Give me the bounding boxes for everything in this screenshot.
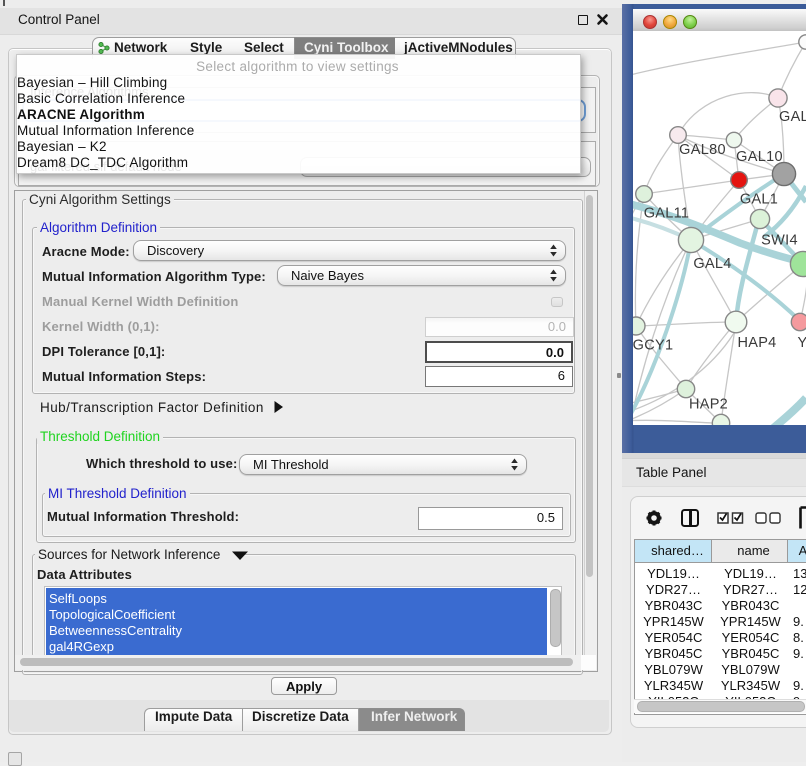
svg-text:SWI4: SWI4 (761, 233, 798, 249)
svg-text:GAL8: GAL8 (779, 109, 806, 125)
svg-text:GAL11: GAL11 (644, 206, 690, 222)
svg-text:GAL10: GAL10 (736, 149, 783, 165)
svg-text:HAP2: HAP2 (689, 397, 728, 413)
svg-text:GCY1: GCY1 (633, 338, 673, 354)
svg-text:GAL4: GAL4 (693, 256, 731, 272)
svg-text:GAL1: GAL1 (740, 192, 778, 208)
svg-text:GAL80: GAL80 (679, 142, 726, 158)
svg-text:Y: Y (798, 335, 806, 351)
svg-text:HAP4: HAP4 (737, 335, 776, 351)
